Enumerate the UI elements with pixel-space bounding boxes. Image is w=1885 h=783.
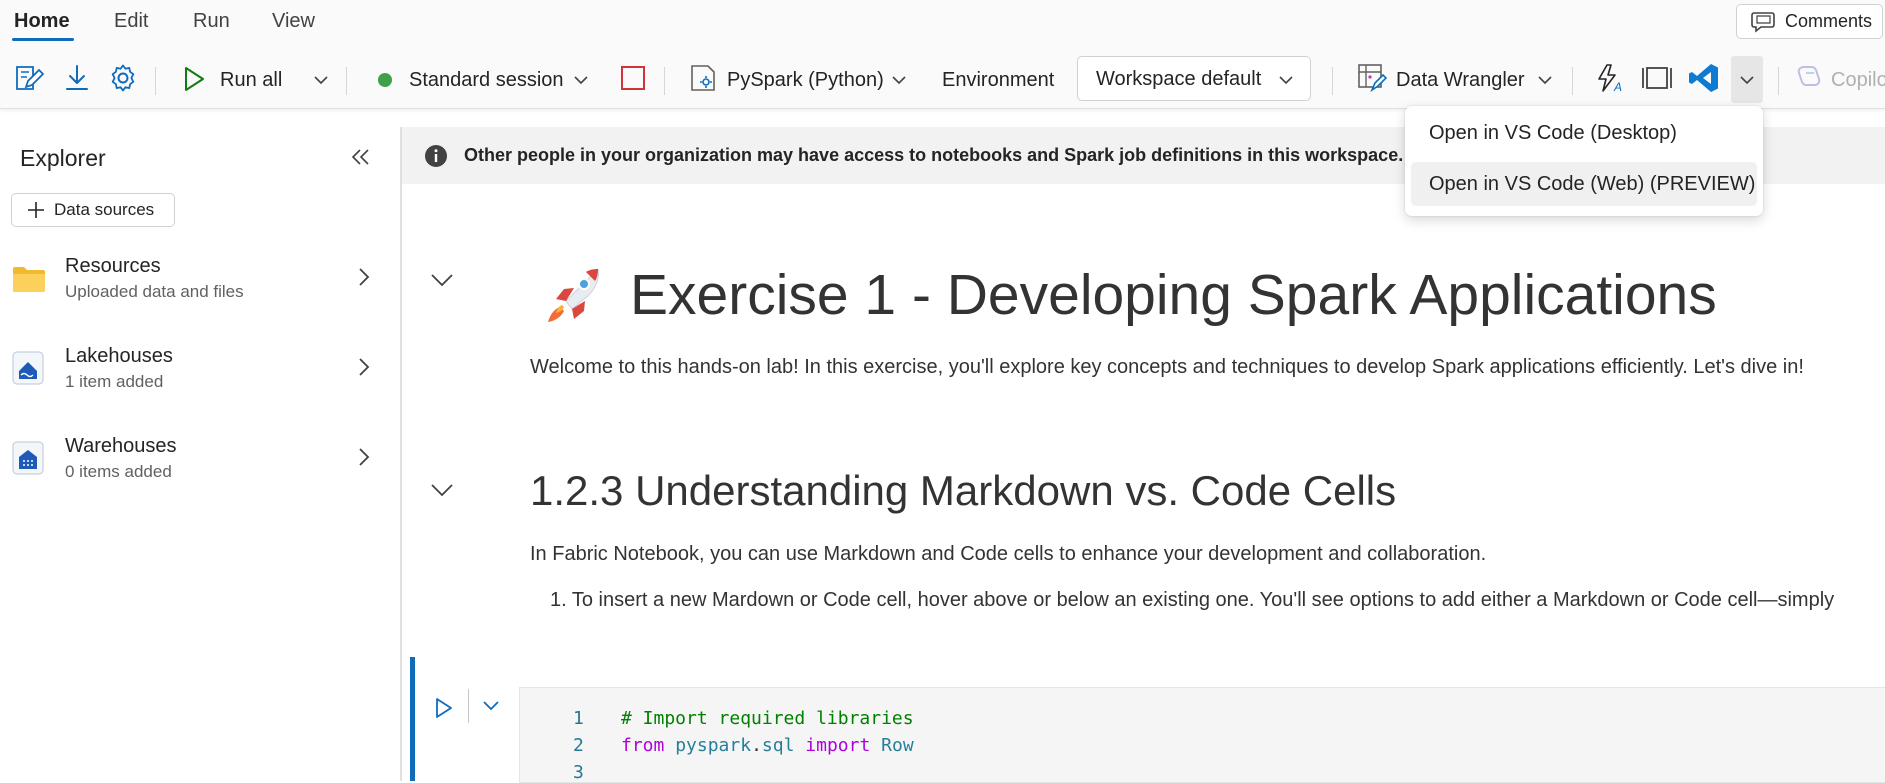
active-cell-indicator [410,657,415,781]
collapse-cell-chevron-icon[interactable] [430,272,454,288]
open-vscode-web-item[interactable]: Open in VS Code (Web) (PREVIEW) [1411,162,1757,206]
toolbar-divider [1572,67,1573,95]
session-chevron-down-icon[interactable] [574,75,588,85]
chevron-right-icon [358,267,370,287]
tab-run[interactable]: Run [193,10,230,33]
data-sources-label: Data sources [54,200,155,219]
explorer-title: Explorer [20,145,106,171]
code-dot: . [751,735,762,756]
data-wrangler-chevron-down-icon[interactable] [1538,75,1552,85]
explorer-item-lakehouses[interactable]: Lakehouses 1 item added [0,337,398,407]
open-vscode-desktop-item[interactable]: Open in VS Code (Desktop) [1411,111,1757,155]
toolbar: Run all Standard session PySpark (Python… [0,51,1885,109]
code-module: pyspark [675,735,752,756]
explorer-item-sublabel: 0 items added [65,462,172,481]
code-cell-editor[interactable]: 1 2 3 # Import required libraries from p… [519,687,1885,783]
code-line-2: from pyspark.sql import Row [621,735,914,756]
add-data-sources-button[interactable]: Data sources [11,193,175,227]
toolbar-divider [346,67,347,95]
line-number: 3 [573,762,584,783]
toolbar-divider [1332,67,1333,95]
info-notice-text: Other people in your organization may ha… [464,145,1431,166]
vscode-menu-dropdown-button[interactable] [1731,56,1763,103]
notebook-title: Exercise 1 - Developing Spark Applicatio… [630,263,1717,327]
folder-icon [12,265,46,293]
code-submodule: sql [761,735,795,756]
explorer-panel: Explorer Data sources Resources Uploaded… [0,127,402,781]
code-keyword: import [805,735,871,756]
edit-notebook-icon[interactable] [14,63,44,93]
data-wrangler-icon[interactable] [1357,63,1387,93]
collapse-cell-chevron-icon[interactable] [430,482,454,498]
toolbar-divider [664,67,665,95]
comments-label: Comments [1785,11,1873,31]
list-item: 1. To insert a new Mardown or Code cell,… [550,589,1835,611]
explorer-item-sublabel: Uploaded data and files [65,282,244,301]
warehouse-icon [12,441,44,475]
explorer-item-label: Warehouses [65,435,177,457]
session-button[interactable]: Standard session [409,69,564,92]
collapse-panel-icon[interactable] [350,147,372,167]
tab-home[interactable]: Home [14,10,70,33]
explorer-item-label: Lakehouses [65,345,173,367]
section-paragraph: In Fabric Notebook, you can use Markdown… [530,543,1487,565]
chevron-down-icon [1740,75,1754,85]
cell-toolbar-divider [468,689,469,723]
tab-view[interactable]: View [272,10,315,33]
run-all-play-icon[interactable] [183,66,205,92]
lakehouse-icon [12,351,44,385]
svg-text:A: A [1613,80,1622,93]
section-heading: 1.2.3 Understanding Markdown vs. Code Ce… [530,467,1397,514]
tab-edit[interactable]: Edit [114,10,148,33]
code-identifier: Row [881,735,914,756]
explorer-item-sublabel: 1 item added [65,372,164,391]
notebook-canvas: Other people in your organization may ha… [402,127,1885,783]
run-cell-play-icon[interactable] [435,697,453,719]
active-tab-indicator [12,38,74,41]
environment-label: Environment [942,69,1055,91]
language-button[interactable]: PySpark (Python) [727,69,884,92]
intro-paragraph: Welcome to this hands-on lab! In this ex… [530,356,1804,378]
environment-value: Workspace default [1096,68,1262,90]
run-all-button[interactable]: Run all [220,69,282,92]
menu-bar: Home Edit Run View Comments [0,0,1885,51]
code-keyword: from [621,735,665,756]
stop-session-icon[interactable] [620,65,646,91]
toolbar-divider [1778,67,1779,95]
chevron-right-icon [358,447,370,467]
data-wrangler-button[interactable]: Data Wrangler [1396,69,1525,92]
comments-button[interactable]: Comments [1736,4,1883,39]
info-notice-message: Other people in your organization may ha… [464,145,1404,165]
rocket-icon [540,263,606,325]
explorer-item-warehouses[interactable]: Warehouses 0 items added [0,427,398,497]
explorer-item-label: Resources [65,255,161,277]
cell-chevron-down-icon[interactable] [482,700,500,712]
chevron-right-icon [358,357,370,377]
download-icon[interactable] [62,63,92,93]
comment-icon [1751,11,1775,33]
language-chevron-down-icon[interactable] [892,75,906,85]
ai-functions-icon[interactable]: A [1595,63,1625,93]
language-settings-icon[interactable] [689,63,719,93]
line-number: 1 [573,708,584,729]
copilot-button[interactable]: Copilo [1831,69,1885,92]
vscode-icon[interactable] [1688,62,1720,94]
vscode-open-menu: Open in VS Code (Desktop) Open in VS Cod… [1405,106,1763,216]
settings-gear-icon[interactable] [108,63,138,93]
info-icon [424,144,448,168]
environment-select[interactable]: Workspace default [1077,56,1311,101]
toolbar-divider [155,67,156,95]
session-status-dot-icon [377,72,393,88]
plus-icon [26,200,46,220]
line-number: 2 [573,735,584,756]
environment-chevron-down-icon [1279,75,1293,85]
explorer-item-resources[interactable]: Resources Uploaded data and files [0,247,398,317]
copilot-icon[interactable] [1796,65,1822,91]
focus-mode-icon[interactable] [1642,65,1672,91]
run-all-chevron-down-icon[interactable] [314,75,328,85]
code-comment: # Import required libraries [621,708,914,729]
